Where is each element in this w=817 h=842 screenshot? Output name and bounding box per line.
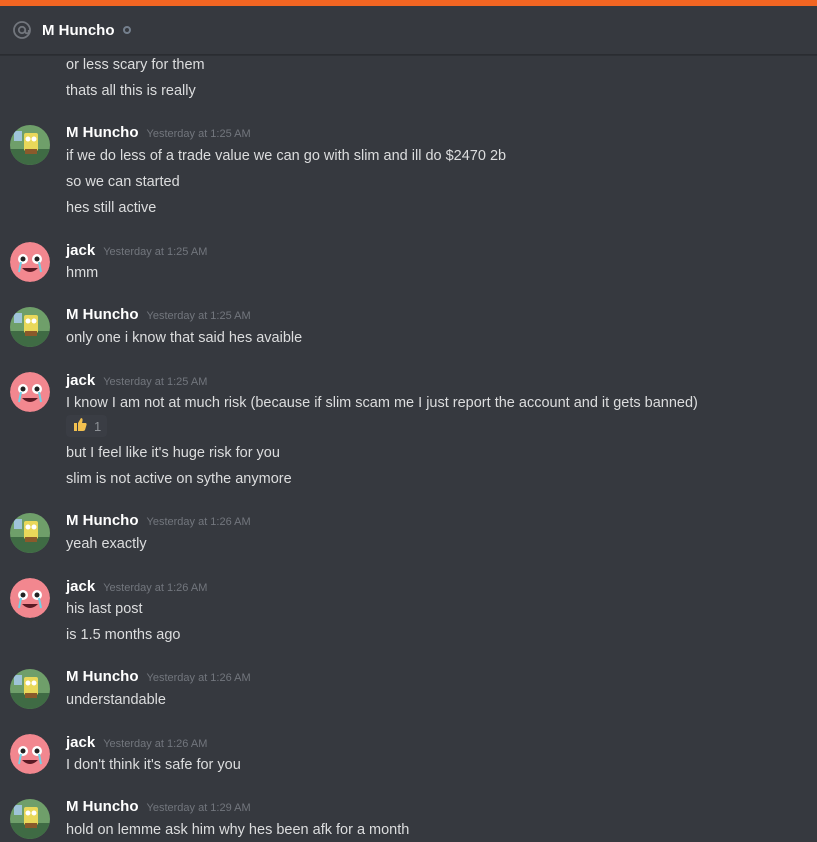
message-text: his last post [66, 601, 143, 617]
message-text: understandable [66, 692, 166, 708]
reaction-count: 1 [94, 418, 102, 434]
author-name[interactable]: M Huncho [66, 306, 139, 323]
author-name[interactable]: jack [66, 372, 95, 389]
message-header: M Huncho Yesterday at 1:25 AM [66, 306, 251, 323]
pink-face-avatar[interactable] [10, 734, 50, 774]
message-text: slim is not active on sythe anymore [66, 471, 292, 487]
channel-header: M Huncho [0, 6, 817, 55]
message-header: jack Yesterday at 1:26 AM [66, 734, 207, 751]
thumbs-up-icon [72, 416, 88, 437]
timestamp: Yesterday at 1:26 AM [146, 516, 251, 528]
spongebob-avatar[interactable] [10, 307, 50, 347]
reaction-button[interactable]: 1 [66, 415, 108, 437]
message-text: is 1.5 months ago [66, 627, 181, 643]
message-list[interactable]: or less scary for them thats all this is… [0, 54, 817, 842]
message-text: if we do less of a trade value we can go… [66, 148, 507, 164]
message-text: but I feel like it's huge risk for you [66, 445, 280, 461]
message-header: M Huncho Yesterday at 1:25 AM [66, 124, 251, 141]
pink-face-avatar[interactable] [10, 578, 50, 618]
spongebob-avatar[interactable] [10, 125, 50, 165]
at-icon [12, 20, 32, 40]
author-name[interactable]: M Huncho [66, 798, 139, 815]
message-text: only one i know that said hes avaible [66, 330, 303, 346]
message-header: jack Yesterday at 1:25 AM [66, 372, 207, 389]
message-text: so we can started [66, 174, 180, 190]
timestamp: Yesterday at 1:25 AM [146, 128, 251, 140]
author-name[interactable]: jack [66, 578, 95, 595]
pink-face-avatar[interactable] [10, 242, 50, 282]
timestamp: Yesterday at 1:26 AM [103, 738, 208, 750]
dm-recipient-name: M Huncho [42, 21, 115, 39]
timestamp: Yesterday at 1:26 AM [103, 582, 208, 594]
author-name[interactable]: jack [66, 242, 95, 259]
timestamp: Yesterday at 1:25 AM [103, 376, 208, 388]
pink-face-avatar[interactable] [10, 372, 50, 412]
spongebob-avatar[interactable] [10, 799, 50, 839]
timestamp: Yesterday at 1:26 AM [146, 672, 251, 684]
spongebob-avatar[interactable] [10, 513, 50, 553]
timestamp: Yesterday at 1:25 AM [146, 310, 251, 322]
timestamp: Yesterday at 1:29 AM [146, 802, 251, 814]
message-header: jack Yesterday at 1:26 AM [66, 578, 207, 595]
timestamp: Yesterday at 1:25 AM [103, 246, 208, 258]
message-text: hes still active [66, 200, 157, 216]
offline-status-icon [122, 26, 131, 34]
message-header: M Huncho Yesterday at 1:26 AM [66, 668, 251, 685]
author-name[interactable]: M Huncho [66, 668, 139, 685]
message-text: hold on lemme ask him why hes been afk f… [66, 822, 410, 838]
message-header: M Huncho Yesterday at 1:26 AM [66, 512, 251, 529]
message-text: thats all this is really [66, 83, 196, 99]
message-text: or less scary for them [66, 57, 205, 73]
spongebob-avatar[interactable] [10, 669, 50, 709]
message-text: yeah exactly [66, 536, 147, 552]
message-text: I don't think it's safe for you [66, 757, 241, 773]
message-header: M Huncho Yesterday at 1:29 AM [66, 798, 251, 815]
author-name[interactable]: M Huncho [66, 124, 139, 141]
message-text: hmm [66, 265, 99, 281]
author-name[interactable]: M Huncho [66, 512, 139, 529]
message-header: jack Yesterday at 1:25 AM [66, 242, 207, 259]
author-name[interactable]: jack [66, 734, 95, 751]
message-text: I know I am not at much risk (because if… [66, 395, 698, 411]
